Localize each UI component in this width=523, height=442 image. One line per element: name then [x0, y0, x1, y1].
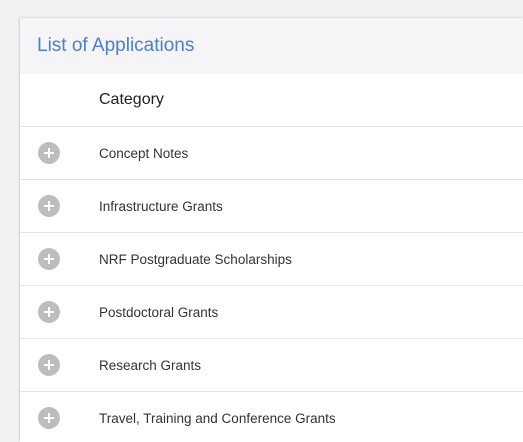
expand-cell [20, 248, 99, 270]
category-label: Infrastructure Grants [99, 198, 223, 214]
expand-cell [20, 195, 99, 217]
plus-circle-icon[interactable] [38, 301, 60, 323]
plus-circle-icon[interactable] [38, 142, 60, 164]
table-row[interactable]: Research Grants [20, 339, 523, 392]
table-row[interactable]: Concept Notes [20, 127, 523, 180]
expand-cell [20, 354, 99, 376]
table-row[interactable]: Infrastructure Grants [20, 180, 523, 233]
category-label: Concept Notes [99, 145, 189, 161]
category-label: Travel, Training and Conference Grants [99, 410, 336, 426]
table-row[interactable]: NRF Postgraduate Scholarships [20, 233, 523, 286]
category-column-header: Category [99, 91, 164, 108]
plus-circle-icon[interactable] [38, 195, 60, 217]
expand-cell [20, 142, 99, 164]
table-row[interactable]: Postdoctoral Grants [20, 286, 523, 339]
applications-panel: List of Applications Category Concept No… [20, 18, 523, 442]
plus-circle-icon[interactable] [38, 354, 60, 376]
plus-circle-icon[interactable] [38, 248, 60, 270]
category-label: Research Grants [99, 357, 202, 373]
category-label: Postdoctoral Grants [99, 304, 219, 320]
table-header: Category [20, 74, 523, 127]
plus-circle-icon[interactable] [38, 407, 60, 429]
expand-cell [20, 407, 99, 429]
table-row[interactable]: Travel, Training and Conference Grants [20, 392, 523, 442]
expand-cell [20, 301, 99, 323]
panel-header: List of Applications [20, 18, 523, 74]
panel-title: List of Applications [37, 35, 195, 56]
category-label: NRF Postgraduate Scholarships [99, 251, 292, 267]
